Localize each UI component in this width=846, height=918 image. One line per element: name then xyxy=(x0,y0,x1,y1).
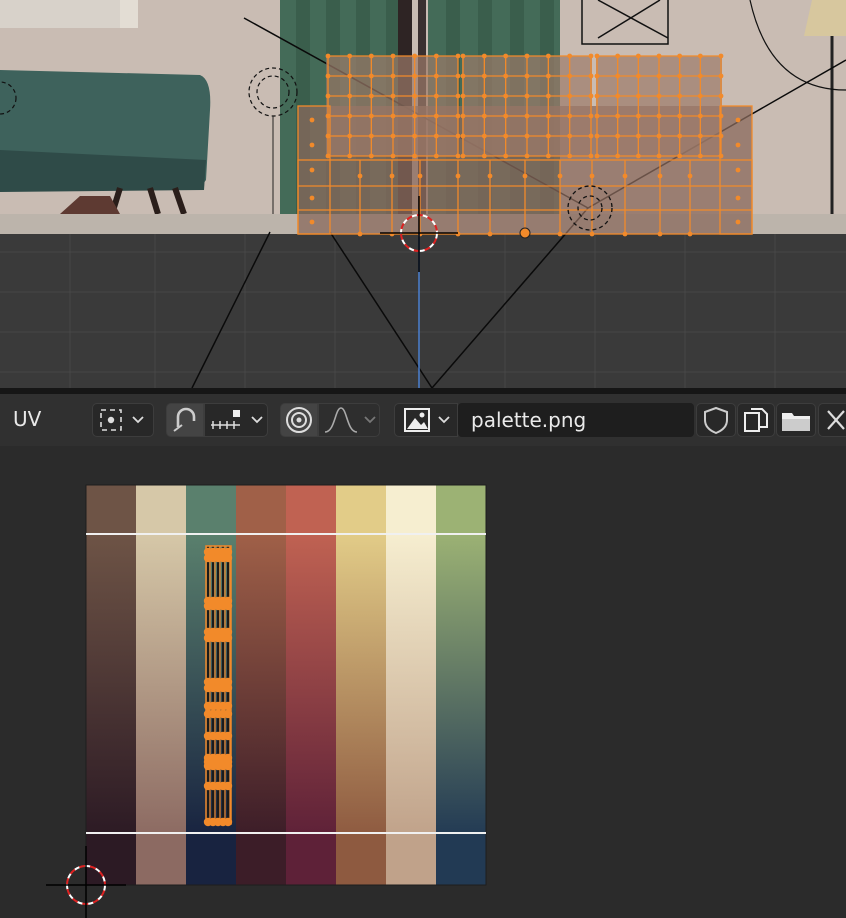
editor-type-label[interactable]: UV xyxy=(13,407,41,431)
palette-image xyxy=(86,485,486,885)
image-name-field[interactable]: palette.png xyxy=(458,403,694,437)
palette-swatch xyxy=(286,485,336,885)
proportional-falloff-icon xyxy=(324,407,376,433)
pivot-point-icon xyxy=(100,409,144,431)
uv-editor-header: UV palette.png xyxy=(0,394,846,446)
palette-swatch xyxy=(336,485,386,885)
uv-island-selected[interactable] xyxy=(203,545,233,827)
new-image-icon xyxy=(744,408,768,432)
wall-frame xyxy=(0,0,120,28)
pivot-point-dropdown[interactable] xyxy=(92,403,154,437)
snap-increment-icon xyxy=(211,410,263,429)
snap-toggle[interactable] xyxy=(166,403,204,437)
uv-canvas-svg[interactable] xyxy=(0,446,846,918)
3d-viewport[interactable] xyxy=(0,0,846,388)
palette-swatch xyxy=(236,485,286,885)
floor-grid xyxy=(0,232,846,388)
proportional-edit-toggle[interactable] xyxy=(280,403,318,437)
close-icon xyxy=(826,410,845,430)
palette-swatch xyxy=(86,485,136,885)
object-origin[interactable] xyxy=(519,227,531,239)
proportional-editing-icon xyxy=(286,407,312,433)
proportional-falloff-dropdown[interactable] xyxy=(318,403,380,437)
image-browse-dropdown[interactable] xyxy=(394,403,458,437)
fake-user-shield-icon xyxy=(704,406,728,435)
viewport-scene[interactable] xyxy=(0,0,846,388)
new-image-button[interactable] xyxy=(737,403,775,437)
uv-editor-canvas[interactable] xyxy=(0,446,846,918)
open-folder-icon xyxy=(782,413,810,431)
palette-swatch xyxy=(136,485,186,885)
open-image-button[interactable] xyxy=(776,403,816,437)
unlink-image-button[interactable] xyxy=(818,403,846,437)
palette-swatch xyxy=(436,485,486,885)
image-browse-icon xyxy=(404,408,450,432)
snap-target-dropdown[interactable] xyxy=(204,403,268,437)
fake-user-button[interactable] xyxy=(696,403,736,437)
snap-magnet-icon xyxy=(173,407,196,432)
palette-swatch xyxy=(386,485,436,885)
